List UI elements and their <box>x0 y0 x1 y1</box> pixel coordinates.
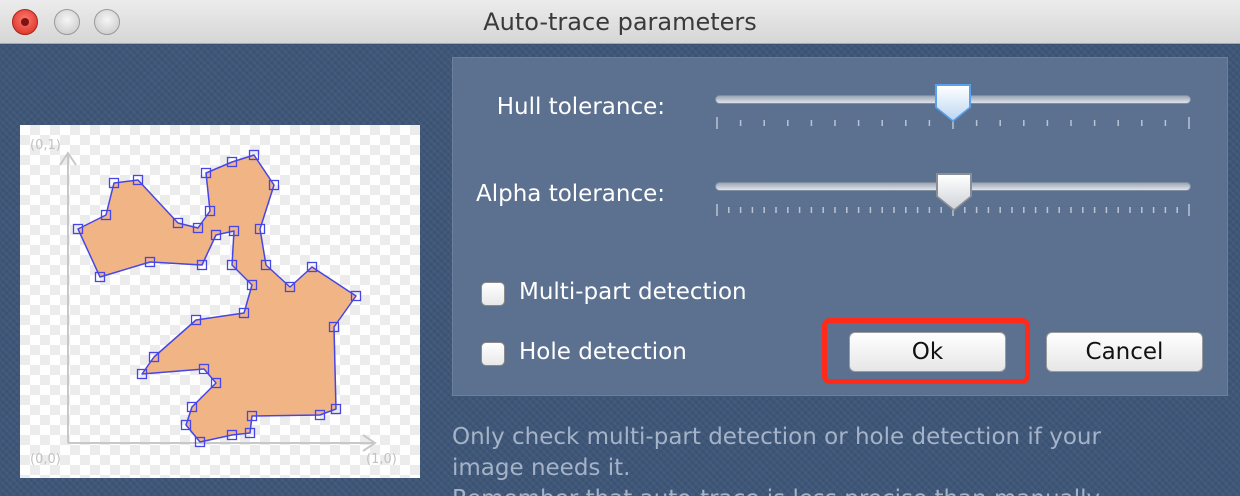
window-title: Auto-trace parameters <box>483 8 757 36</box>
traced-shape <box>77 154 357 443</box>
label-origin: (0,0) <box>30 452 61 467</box>
ok-button-highlight <box>822 318 1030 384</box>
hull-tolerance-thumb[interactable] <box>937 86 969 120</box>
hole-detection-checkbox[interactable] <box>481 342 505 366</box>
alpha-tolerance-label: Alpha tolerance: <box>475 181 665 207</box>
trace-preview: (0,1) (0,0) (1,0) <box>20 125 420 478</box>
info-line-1: Only check multi-part detection or hole … <box>452 424 1101 450</box>
hole-detection-label[interactable]: Hole detection <box>519 339 687 365</box>
info-line-2: image needs it. <box>452 455 631 481</box>
trace-preview-canvas: (0,1) (0,0) (1,0) <box>30 138 397 467</box>
title-bar: Auto-trace parameters <box>0 0 1240 44</box>
hull-tolerance-label: Hull tolerance: <box>496 94 665 120</box>
label-bottom-right: (1,0) <box>366 452 397 467</box>
multipart-detection-label[interactable]: Multi-part detection <box>519 279 747 305</box>
label-top-left: (0,1) <box>30 138 61 153</box>
cancel-button[interactable]: Cancel <box>1046 332 1203 372</box>
multipart-detection-checkbox[interactable] <box>481 282 505 306</box>
info-line-3: Remember that auto-trace is less precise… <box>452 484 1222 496</box>
info-text: Only check multi-part detection or hole … <box>452 422 1222 496</box>
